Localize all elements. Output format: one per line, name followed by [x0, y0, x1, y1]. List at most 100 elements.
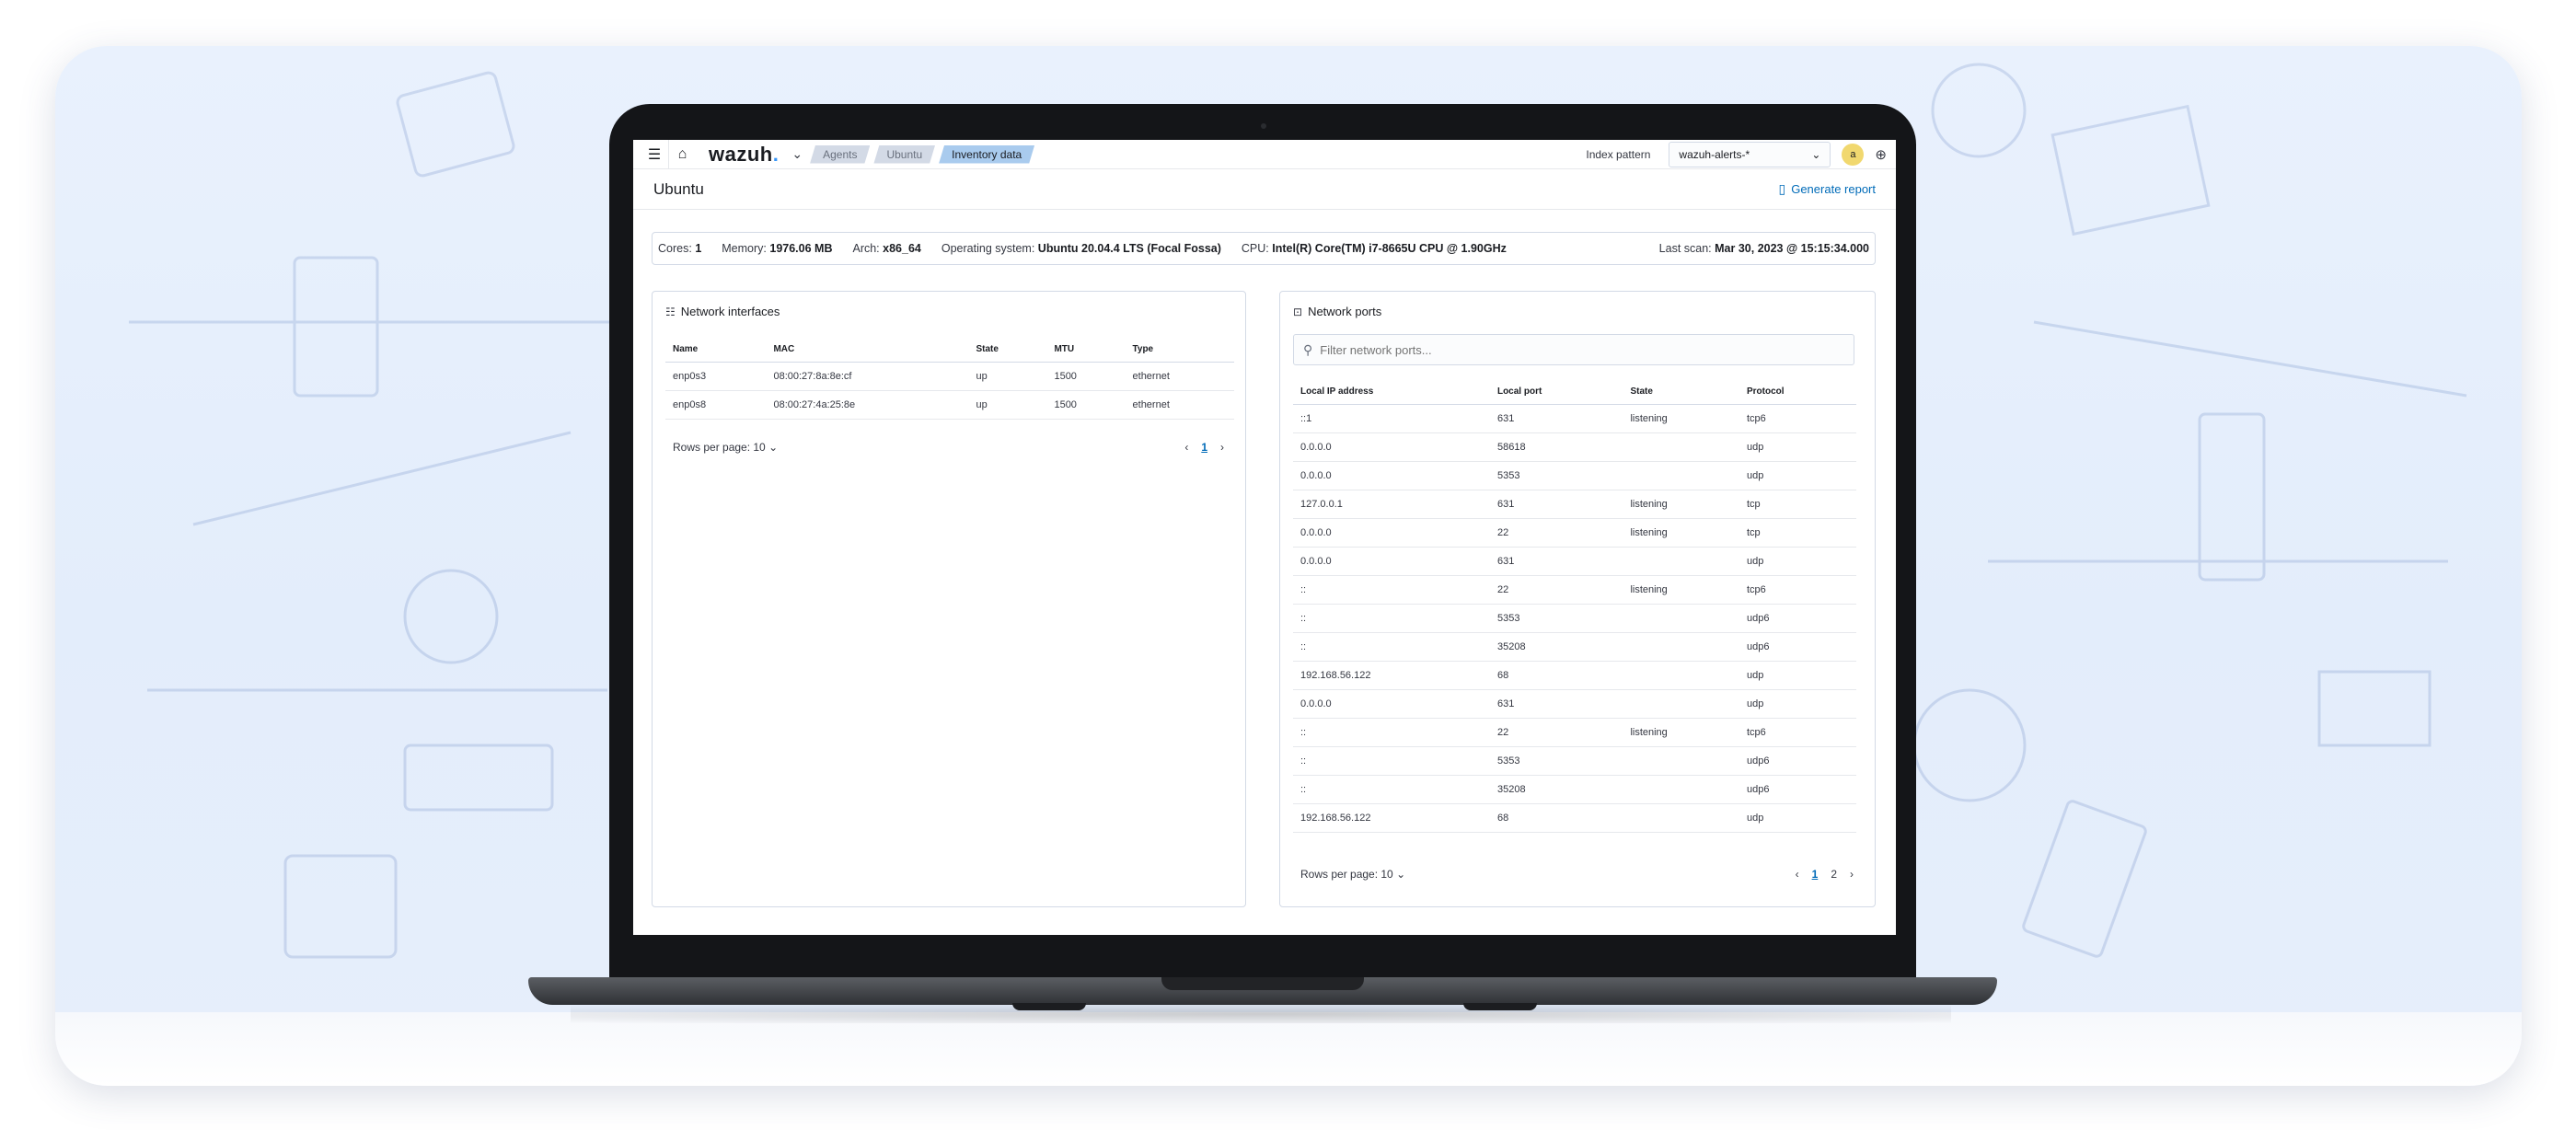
column-header[interactable]: Protocol	[1739, 380, 1856, 405]
generate-report-button[interactable]: ▯ Generate report	[1779, 181, 1877, 197]
network-interfaces-panel: ☷ Network interfaces Name MAC State MTU Type…	[652, 291, 1246, 907]
search-input[interactable]	[1320, 342, 1836, 357]
network-ports-table: Local IP address Local port State Protocol …	[1293, 380, 1856, 833]
table-cell: 0.0.0.0	[1293, 547, 1490, 576]
table-cell: ::	[1293, 746, 1490, 776]
table-row: :: 35208 udp6	[1293, 632, 1856, 662]
agent-info-bar: Cores: 1 Memory: 1976.06 MB Arch: x86_64…	[652, 232, 1876, 265]
laptop-shadow	[571, 1005, 1951, 1023]
table-cell: tcp	[1739, 518, 1856, 548]
table-cell: listening	[1623, 518, 1739, 548]
table-cell: udp	[1739, 432, 1856, 462]
column-header[interactable]: State	[1623, 380, 1739, 405]
table-cell: 192.168.56.122	[1293, 803, 1490, 833]
chevron-right-icon[interactable]: ›	[1850, 868, 1854, 881]
table-cell: listening	[1623, 575, 1739, 605]
column-header[interactable]: MTU	[1046, 338, 1126, 363]
top-bar: ☰ ⌂ wazuh. ⌄ Agents Ubuntu Inventory dat…	[633, 140, 1896, 169]
table-row: :: 22 listening tcp6	[1293, 718, 1856, 747]
table-cell: udp	[1739, 803, 1856, 833]
table-cell: 1500	[1046, 362, 1126, 391]
table-cell: 22	[1489, 575, 1623, 605]
table-row: :: 22 listening tcp6	[1293, 575, 1856, 605]
page-2[interactable]: 2	[1831, 868, 1837, 881]
table-cell: udp6	[1739, 632, 1856, 662]
table-cell: 22	[1489, 518, 1623, 548]
port-icon: ⊡	[1293, 305, 1303, 318]
table-cell	[1623, 604, 1739, 633]
pagination: ‹ 1 2 ›	[1789, 868, 1860, 881]
chevron-down-icon: ⌄	[768, 441, 779, 454]
table-cell: 0.0.0.0	[1293, 461, 1490, 490]
network-icon: ☷	[665, 305, 676, 318]
table-cell: ethernet	[1125, 390, 1234, 420]
panel-title: ⊡ Network ports	[1293, 305, 1382, 318]
chevron-right-icon[interactable]: ›	[1220, 441, 1224, 454]
table-cell: udp	[1739, 689, 1856, 719]
column-header[interactable]: State	[968, 338, 1047, 363]
menu-icon[interactable]: ☰	[641, 140, 668, 169]
table-cell: ::1	[1293, 404, 1490, 433]
table-cell: ::	[1293, 604, 1490, 633]
table-cell: 192.168.56.122	[1293, 661, 1490, 690]
table-cell: 5353	[1489, 746, 1623, 776]
table-cell: 35208	[1489, 632, 1623, 662]
table-header-row: Local IP address Local port State Protocol	[1293, 380, 1856, 405]
laptop-foot	[1463, 1003, 1537, 1010]
laptop-foot	[1012, 1003, 1086, 1010]
table-cell: 5353	[1489, 604, 1623, 633]
table-cell: tcp6	[1739, 404, 1856, 433]
chevron-down-icon: ⌄	[1811, 147, 1821, 161]
column-header[interactable]: Local IP address	[1293, 380, 1490, 405]
table-cell: 08:00:27:8a:8e:cf	[766, 362, 969, 391]
wazuh-logo[interactable]: wazuh.	[709, 143, 779, 167]
column-header[interactable]: MAC	[766, 338, 969, 363]
breadcrumb-agents[interactable]: Agents	[810, 145, 870, 164]
rows-per-page-button[interactable]: Rows per page: 10 ⌄	[1300, 868, 1405, 881]
table-cell	[1623, 661, 1739, 690]
chevron-left-icon[interactable]: ‹	[1796, 868, 1799, 881]
table-cell: udp	[1739, 661, 1856, 690]
table-cell: 68	[1489, 661, 1623, 690]
table-cell: udp	[1739, 547, 1856, 576]
table-cell: udp6	[1739, 775, 1856, 804]
table-cell: 0.0.0.0	[1293, 432, 1490, 462]
page-1[interactable]: 1	[1812, 868, 1819, 881]
rows-per-page-button[interactable]: Rows per page: 10 ⌄	[673, 441, 778, 454]
filter-network-ports-field[interactable]: ⚲	[1293, 334, 1854, 365]
column-header[interactable]: Local port	[1489, 380, 1623, 405]
table-cell: tcp	[1739, 490, 1856, 519]
laptop-notch	[1161, 977, 1364, 990]
memory-info: Memory: 1976.06 MB	[722, 242, 833, 255]
chevron-down-icon[interactable]: ⌄	[791, 146, 803, 162]
table-row: :: 35208 udp6	[1293, 775, 1856, 804]
table-cell: 127.0.0.1	[1293, 490, 1490, 519]
table-cell: ::	[1293, 718, 1490, 747]
page-1[interactable]: 1	[1201, 441, 1207, 454]
table-cell: 58618	[1489, 432, 1623, 462]
breadcrumb: Agents Ubuntu Inventory data	[810, 145, 1038, 164]
globe-icon[interactable]: ⊕	[1875, 146, 1887, 163]
table-cell	[1623, 746, 1739, 776]
table-cell: 0.0.0.0	[1293, 689, 1490, 719]
table-cell	[1623, 461, 1739, 490]
cores-info: Cores: 1	[658, 242, 702, 255]
breadcrumb-inventory-data: Inventory data	[939, 145, 1034, 164]
index-pattern-select[interactable]: wazuh-alerts-* ⌄	[1669, 141, 1831, 167]
cpu-info: CPU: Intel(R) Core(TM) i7-8665U CPU @ 1.…	[1241, 242, 1507, 255]
breadcrumb-ubuntu[interactable]: Ubuntu	[873, 145, 935, 164]
column-header[interactable]: Name	[665, 338, 767, 363]
table-row: 0.0.0.0 631 udp	[1293, 547, 1856, 576]
home-icon[interactable]: ⌂	[668, 140, 696, 169]
column-header[interactable]: Type	[1125, 338, 1234, 363]
chevron-left-icon[interactable]: ‹	[1184, 441, 1188, 454]
table-cell: 68	[1489, 803, 1623, 833]
avatar[interactable]: a	[1842, 143, 1865, 166]
table-cell: 1500	[1046, 390, 1126, 420]
table-cell: 35208	[1489, 775, 1623, 804]
table-row: enp0s3 08:00:27:8a:8e:cf up 1500 ethernet	[665, 362, 1234, 391]
search-icon: ⚲	[1303, 341, 1313, 357]
table-cell: udp6	[1739, 746, 1856, 776]
table-cell: tcp6	[1739, 718, 1856, 747]
table-cell: 631	[1489, 689, 1623, 719]
